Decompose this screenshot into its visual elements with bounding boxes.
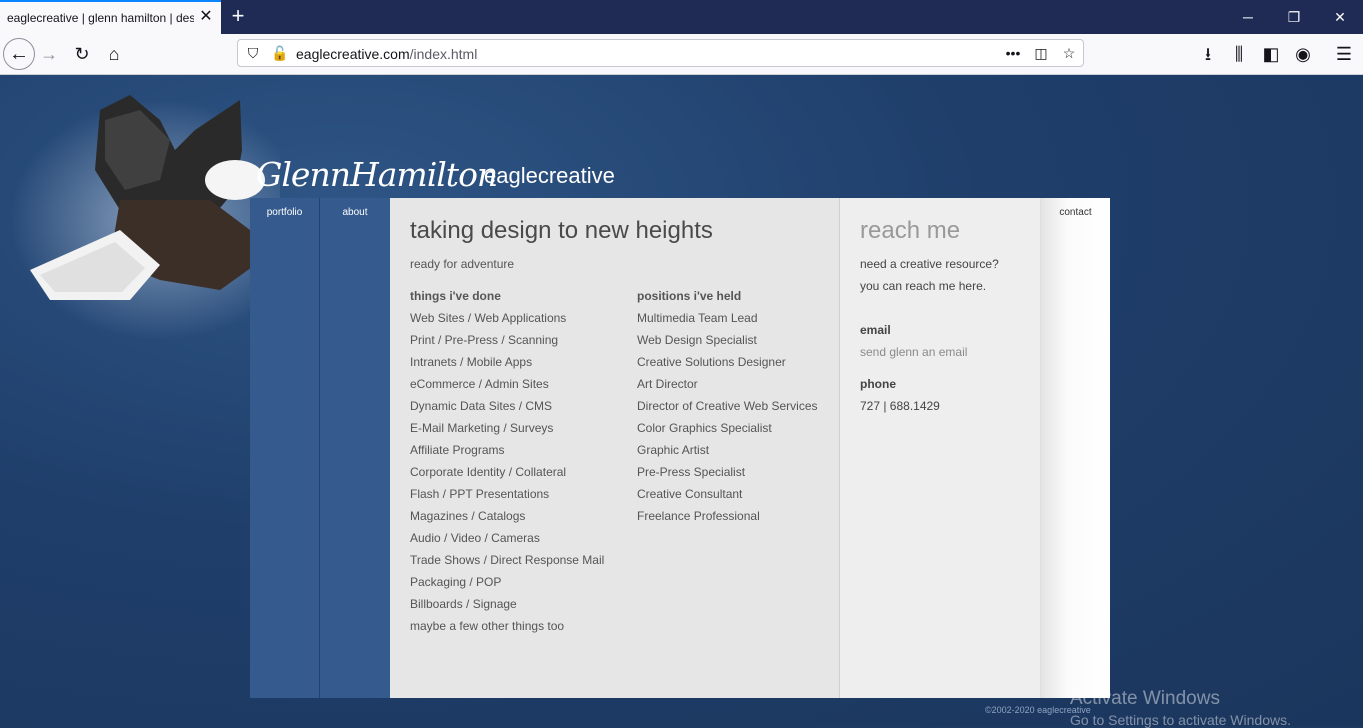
- tab-title: eaglecreative | glenn hamilton | design: [7, 11, 194, 25]
- library-icon[interactable]: ⫼: [1228, 43, 1250, 65]
- reach-me-line-2: you can reach me here.: [860, 279, 987, 293]
- browser-tab[interactable]: eaglecreative | glenn hamilton | design …: [0, 0, 221, 34]
- things-done-heading: things i've done: [410, 289, 501, 303]
- eagle-image: [10, 95, 280, 340]
- list-item: Intranets / Mobile Apps: [410, 355, 533, 369]
- bookmark-star-icon[interactable]: ☆: [1060, 44, 1078, 62]
- new-tab-icon[interactable]: +: [228, 5, 248, 27]
- list-item: Flash / PPT Presentations: [410, 487, 550, 501]
- list-item: Dynamic Data Sites / CMS: [410, 399, 553, 413]
- back-icon[interactable]: ←: [3, 38, 35, 70]
- url-path: /index.html: [409, 46, 478, 62]
- page-background: GlennHamilton eaglecreative portfolio ab…: [0, 75, 1363, 728]
- reach-me-title: reach me: [860, 217, 961, 244]
- reach-me-line-1: need a creative resource?: [860, 257, 999, 271]
- list-item: Graphic Artist: [637, 443, 710, 457]
- close-icon[interactable]: ✕: [197, 8, 215, 26]
- window-close-icon[interactable]: ✕: [1331, 8, 1349, 26]
- list-item: Creative Consultant: [637, 487, 743, 501]
- tagline: ready for adventure: [410, 257, 515, 271]
- account-icon[interactable]: ◉: [1292, 43, 1314, 65]
- forward-icon[interactable]: →: [38, 43, 60, 65]
- restore-icon[interactable]: ❐: [1285, 8, 1303, 26]
- list-item: Freelance Professional: [637, 509, 760, 523]
- list-item: Color Graphics Specialist: [637, 421, 772, 435]
- nav-about-link[interactable]: about: [320, 207, 390, 218]
- reload-icon[interactable]: ↻: [71, 43, 93, 65]
- list-item: Web Sites / Web Applications: [410, 311, 567, 325]
- url-text[interactable]: eaglecreative.com/index.html: [296, 46, 477, 62]
- phone-label: phone: [860, 377, 896, 391]
- portfolio-column[interactable]: portfolio: [250, 198, 320, 698]
- navigation-toolbar: ← → ↻ ⌂ ⛉ 🔓 eaglecreative.com/index.html…: [0, 34, 1363, 75]
- phone-number: 727 | 688.1429: [860, 399, 940, 413]
- list-item: Corporate Identity / Collateral: [410, 465, 567, 479]
- address-bar[interactable]: ⛉ 🔓 eaglecreative.com/index.html ••• ◫ ☆: [237, 39, 1084, 67]
- pocket-icon[interactable]: ◫: [1032, 44, 1050, 62]
- list-item: Magazines / Catalogs: [410, 509, 526, 523]
- list-item: Director of Creative Web Services: [637, 399, 818, 413]
- list-item: maybe a few other things too: [410, 619, 565, 633]
- list-item: Packaging / POP: [410, 575, 502, 589]
- list-item: Audio / Video / Cameras: [410, 531, 540, 545]
- nav-portfolio-link[interactable]: portfolio: [250, 207, 319, 218]
- tab-strip: eaglecreative | glenn hamilton | design …: [0, 0, 1363, 34]
- list-item: Pre-Press Specialist: [637, 465, 746, 479]
- headline: taking design to new heights: [410, 217, 713, 244]
- sidebar-icon[interactable]: ◧: [1260, 43, 1282, 65]
- menu-icon[interactable]: ☰: [1333, 43, 1355, 65]
- minimize-icon[interactable]: ─: [1239, 8, 1257, 26]
- list-item: Creative Solutions Designer: [637, 355, 786, 369]
- insecure-lock-icon[interactable]: 🔓: [271, 44, 289, 62]
- main-content: taking design to new heights ready for a…: [390, 198, 840, 698]
- about-column[interactable]: about: [320, 198, 390, 698]
- reach-me-panel: reach me need a creative resource? you c…: [840, 198, 1041, 698]
- things-done-list: things i've done Web Sites / Web Applica…: [410, 289, 604, 641]
- shield-icon[interactable]: ⛉: [244, 44, 262, 62]
- nav-contact-link[interactable]: contact: [1041, 207, 1110, 218]
- contact-column[interactable]: contact: [1041, 198, 1110, 698]
- positions-held-heading: positions i've held: [637, 289, 742, 303]
- activate-windows-title: Activate Windows: [1070, 688, 1220, 709]
- list-item: Multimedia Team Lead: [637, 311, 758, 325]
- list-item: Billboards / Signage: [410, 597, 517, 611]
- list-item: eCommerce / Admin Sites: [410, 377, 549, 391]
- signature-logo: GlennHamilton: [256, 155, 498, 194]
- email-link[interactable]: send glenn an email: [860, 345, 967, 359]
- site-name: eaglecreative: [484, 163, 615, 188]
- downloads-icon[interactable]: ⭳: [1197, 43, 1219, 65]
- home-icon[interactable]: ⌂: [103, 43, 125, 65]
- url-domain: eaglecreative.com: [296, 46, 410, 62]
- email-label: email: [860, 323, 891, 337]
- list-item: Trade Shows / Direct Response Mail: [410, 553, 605, 567]
- list-item: Art Director: [637, 377, 698, 391]
- list-item: E-Mail Marketing / Surveys: [410, 421, 554, 435]
- content-panel: portfolio about taking design to new hei…: [250, 198, 1110, 698]
- list-item: Print / Pre-Press / Scanning: [410, 333, 559, 347]
- more-actions-icon[interactable]: •••: [1004, 44, 1022, 62]
- list-item: Web Design Specialist: [637, 333, 757, 347]
- list-item: Affiliate Programs: [410, 443, 505, 457]
- positions-held-list: positions i've held Multimedia Team Lead…: [637, 289, 818, 531]
